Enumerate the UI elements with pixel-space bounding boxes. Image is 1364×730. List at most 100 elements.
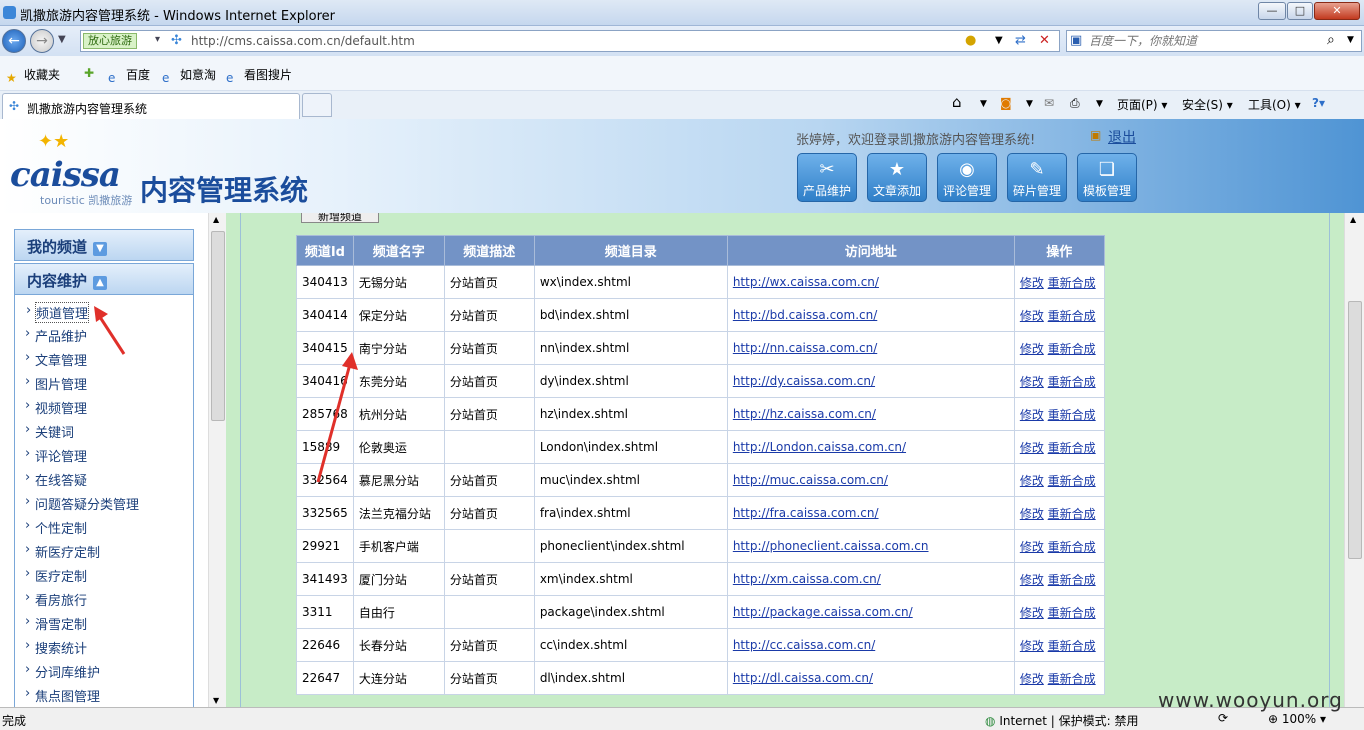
safe-badge[interactable]: 放心旅游 (83, 33, 137, 49)
main-scroll-thumb[interactable] (1348, 301, 1362, 559)
refresh-icon[interactable]: ⇄ (1015, 33, 1026, 48)
sidebar-item-dictionary[interactable]: 分词库维护 (25, 662, 100, 681)
url-text[interactable]: http://cms.caissa.com.cn/default.htm (191, 34, 415, 48)
compat-icon[interactable]: ● (965, 33, 976, 48)
scroll-up-icon[interactable]: ▲ (1350, 215, 1356, 224)
new-tab-button[interactable] (302, 93, 332, 117)
sidebar-item-qa-category[interactable]: 问题答疑分类管理 (25, 494, 139, 513)
channel-url-link[interactable]: http://xm.caissa.com.cn/ (733, 572, 881, 586)
add-channel-button[interactable]: 新增频道 (301, 213, 379, 223)
maximize-button[interactable]: □ (1287, 2, 1313, 20)
forward-button[interactable]: → (30, 29, 54, 53)
edit-link[interactable]: 修改 (1020, 540, 1044, 554)
sidebar-item-video-manage[interactable]: 视频管理 (25, 398, 87, 417)
rebuild-link[interactable]: 重新合成 (1048, 639, 1096, 653)
help-icon[interactable]: ?▾ (1312, 96, 1325, 110)
rebuild-link[interactable]: 重新合成 (1048, 507, 1096, 521)
channel-url-link[interactable]: http://package.caissa.com.cn/ (733, 605, 913, 619)
channel-url-link[interactable]: http://dy.caissa.com.cn/ (733, 374, 875, 388)
sidebar-item-house-tour[interactable]: 看房旅行 (25, 590, 87, 609)
logout-link[interactable]: 退出 (1108, 127, 1136, 147)
address-bar[interactable]: 放心旅游 ▾ ✣ http://cms.caissa.com.cn/defaul… (80, 30, 1060, 52)
scroll-up-icon[interactable]: ▲ (213, 215, 219, 224)
tab-active[interactable]: ✣ 凯撒旅游内容管理系统 (2, 93, 300, 119)
channel-url-link[interactable]: http://wx.caissa.com.cn/ (733, 275, 879, 289)
zoom-level[interactable]: ⊕ 100% ▾ (1268, 712, 1326, 726)
sidebar-item-comment-manage[interactable]: 评论管理 (25, 446, 87, 465)
edit-link[interactable]: 修改 (1020, 441, 1044, 455)
sidebar-content-maint[interactable]: 内容维护 ▲ (14, 263, 194, 295)
channel-url-link[interactable]: http://fra.caissa.com.cn/ (733, 506, 879, 520)
comment-manage-button[interactable]: ◉ 评论管理 (937, 153, 997, 202)
sidebar-scrollbar[interactable]: ▲ ▼ (208, 213, 226, 707)
tools-menu[interactable]: 工具(O) ▾ (1248, 96, 1301, 113)
rebuild-link[interactable]: 重新合成 (1048, 573, 1096, 587)
edit-link[interactable]: 修改 (1020, 375, 1044, 389)
template-manage-button[interactable]: ❏ 模板管理 (1077, 153, 1137, 202)
sidebar-scroll-thumb[interactable] (211, 231, 225, 421)
channel-url-link[interactable]: http://phoneclient.caissa.com.cn (733, 539, 929, 553)
search-dropdown-icon[interactable]: ▼ (1347, 35, 1354, 45)
add-favorite-icon[interactable]: ✚ (84, 66, 94, 80)
history-dropdown-icon[interactable]: ▼ (58, 34, 66, 45)
edit-link[interactable]: 修改 (1020, 672, 1044, 686)
channel-url-link[interactable]: http://dl.caissa.com.cn/ (733, 671, 873, 685)
safety-menu[interactable]: 安全(S) ▾ (1182, 96, 1233, 113)
edit-link[interactable]: 修改 (1020, 342, 1044, 356)
search-icon[interactable]: ⌕ (1327, 32, 1335, 48)
channel-url-link[interactable]: http://London.caissa.com.cn/ (733, 440, 906, 454)
home-icon[interactable]: ⌂ (952, 93, 962, 111)
fav-link-ruyitao[interactable]: e 如意淘 (162, 66, 216, 85)
edit-link[interactable]: 修改 (1020, 276, 1044, 290)
mail-icon[interactable]: ✉ (1044, 96, 1054, 110)
status-icon[interactable]: ⟳ (1218, 711, 1228, 725)
fragment-manage-button[interactable]: ✎ 碎片管理 (1007, 153, 1067, 202)
rebuild-link[interactable]: 重新合成 (1048, 474, 1096, 488)
print-icon[interactable]: ⎙ (1070, 96, 1080, 111)
expand-icon[interactable]: ▼ (93, 242, 108, 256)
article-add-button[interactable]: ★ 文章添加 (867, 153, 927, 202)
sidebar-item-ski[interactable]: 滑雪定制 (25, 614, 87, 633)
channel-url-link[interactable]: http://hz.caissa.com.cn/ (733, 407, 876, 421)
safe-dropdown-icon[interactable]: ▾ (155, 34, 160, 45)
rss-dropdown-icon[interactable]: ▼ (1026, 99, 1033, 109)
rebuild-link[interactable]: 重新合成 (1048, 375, 1096, 389)
rebuild-link[interactable]: 重新合成 (1048, 342, 1096, 356)
collapse-icon[interactable]: ▲ (93, 276, 108, 290)
sidebar-item-online-qa[interactable]: 在线答疑 (25, 470, 87, 489)
sidebar-item-custom[interactable]: 个性定制 (25, 518, 87, 537)
main-scrollbar[interactable]: ▲ (1344, 213, 1364, 707)
minimize-button[interactable]: — (1258, 2, 1286, 20)
security-zone[interactable]: ◍ Internet | 保护模式: 禁用 (985, 712, 1139, 729)
rebuild-link[interactable]: 重新合成 (1048, 672, 1096, 686)
search-box[interactable]: ▣ ⌕ ▼ (1066, 30, 1362, 52)
close-button[interactable]: ✕ (1314, 2, 1360, 20)
edit-link[interactable]: 修改 (1020, 507, 1044, 521)
channel-url-link[interactable]: http://cc.caissa.com.cn/ (733, 638, 875, 652)
home-dropdown-icon[interactable]: ▼ (980, 99, 987, 109)
fav-link-baidu[interactable]: e 百度 (108, 66, 150, 85)
search-input[interactable] (1089, 33, 1329, 49)
favorites-button[interactable]: ★ 收藏夹 (6, 66, 60, 85)
edit-link[interactable]: 修改 (1020, 639, 1044, 653)
edit-link[interactable]: 修改 (1020, 573, 1044, 587)
sidebar-my-channels[interactable]: 我的频道 ▼ (14, 229, 194, 261)
edit-link[interactable]: 修改 (1020, 309, 1044, 323)
page-menu[interactable]: 页面(P) ▾ (1117, 96, 1167, 113)
rebuild-link[interactable]: 重新合成 (1048, 540, 1096, 554)
sidebar-item-medical[interactable]: 医疗定制 (25, 566, 87, 585)
edit-link[interactable]: 修改 (1020, 408, 1044, 422)
edit-link[interactable]: 修改 (1020, 606, 1044, 620)
sidebar-item-focus-images[interactable]: 焦点图管理 (25, 686, 100, 705)
stop-icon[interactable]: ✕ (1039, 33, 1050, 48)
print-dropdown-icon[interactable]: ▼ (1096, 99, 1103, 109)
address-dropdown-icon[interactable]: ▼ (995, 35, 1003, 46)
sidebar-item-article-manage[interactable]: 文章管理 (25, 350, 87, 369)
fav-link-kantu[interactable]: e 看图搜片 (226, 66, 292, 85)
back-button[interactable]: ← (2, 29, 26, 53)
edit-link[interactable]: 修改 (1020, 474, 1044, 488)
rebuild-link[interactable]: 重新合成 (1048, 276, 1096, 290)
rss-icon[interactable]: ◙ (1000, 96, 1012, 110)
sidebar-item-product-maint[interactable]: 产品维护 (25, 326, 87, 345)
channel-url-link[interactable]: http://muc.caissa.com.cn/ (733, 473, 888, 487)
